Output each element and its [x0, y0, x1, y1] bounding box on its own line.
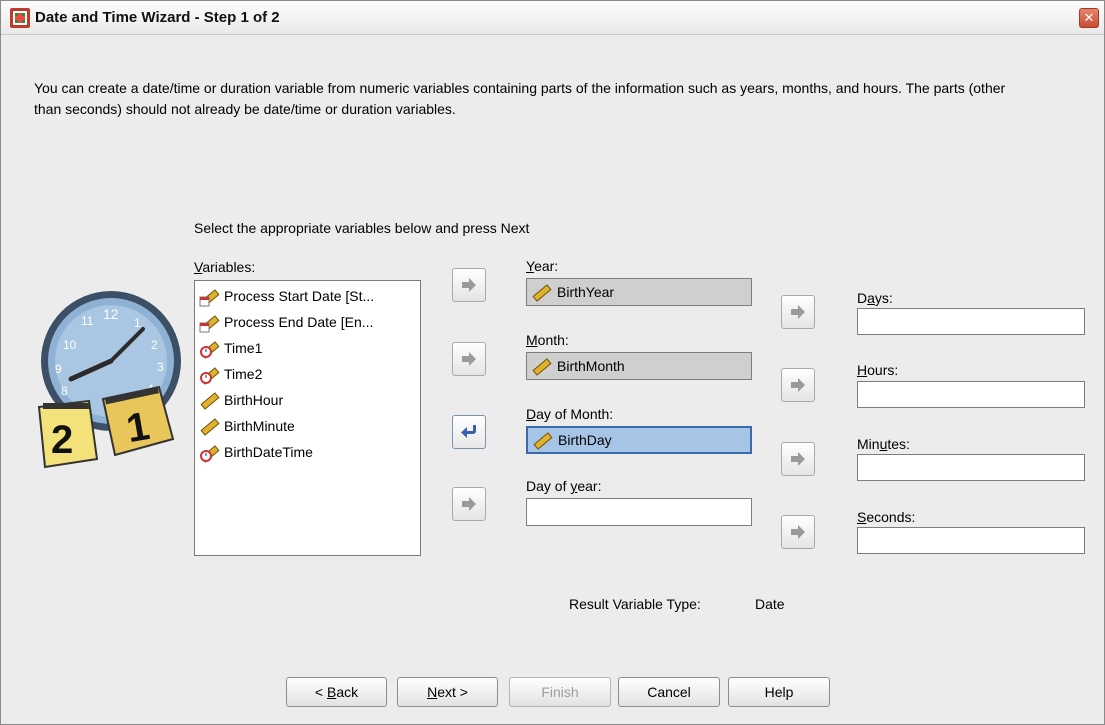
svg-text:2: 2 [51, 418, 73, 462]
time-scale-icon [200, 445, 220, 463]
move-days-button[interactable] [781, 295, 815, 329]
move-month-button[interactable] [452, 342, 486, 376]
minutes-label: Minutes: [857, 436, 910, 452]
list-item[interactable]: Time2 [199, 361, 262, 387]
arrow-right-icon [791, 305, 805, 319]
time-scale-icon [200, 341, 220, 359]
arrow-right-icon [462, 278, 476, 292]
result-type-value: Date [755, 596, 785, 612]
dialog-window: Date and Time Wizard - Step 1 of 2 ✕ You… [0, 0, 1105, 725]
date-scale-icon [199, 315, 220, 333]
ruler-scale-icon [200, 418, 220, 436]
seconds-field[interactable] [857, 527, 1085, 554]
list-item[interactable]: Time1 [199, 335, 262, 361]
days-label: Days: [857, 290, 893, 306]
list-item[interactable]: BirthDateTime [199, 439, 313, 465]
close-icon: ✕ [1083, 10, 1095, 25]
next-button[interactable]: Next > [397, 677, 498, 707]
ruler-scale-icon [532, 284, 552, 302]
ruler-scale-icon [533, 432, 553, 450]
move-year-button[interactable] [452, 268, 486, 302]
date-scale-icon [199, 289, 220, 307]
ruler-scale-icon [532, 358, 552, 376]
month-field[interactable]: BirthMonth [526, 352, 752, 380]
arrow-right-icon [462, 497, 476, 511]
list-item[interactable]: BirthMinute [199, 413, 295, 439]
year-field[interactable]: BirthYear [526, 278, 752, 306]
arrow-right-icon [791, 525, 805, 539]
app-icon [10, 8, 30, 28]
ruler-scale-icon [200, 392, 220, 410]
move-day-of-year-button[interactable] [452, 487, 486, 521]
svg-text:3: 3 [157, 360, 164, 374]
seconds-label: Seconds: [857, 509, 916, 525]
svg-text:2: 2 [151, 338, 158, 352]
hours-field[interactable] [857, 381, 1085, 408]
variables-list[interactable]: Process Start Date [St... Process End Da… [194, 280, 421, 556]
title-bar[interactable]: Date and Time Wizard - Step 1 of 2 ✕ [1, 1, 1104, 35]
cancel-button[interactable]: Cancel [618, 677, 720, 707]
day-of-year-label: Day of year: [526, 478, 602, 494]
days-field[interactable] [857, 308, 1085, 335]
move-minutes-button[interactable] [781, 442, 815, 476]
help-button[interactable]: Help [728, 677, 830, 707]
svg-text:11: 11 [81, 314, 94, 328]
time-scale-icon [200, 367, 220, 385]
minutes-field[interactable] [857, 454, 1085, 481]
arrow-right-icon [791, 378, 805, 392]
move-seconds-button[interactable] [781, 515, 815, 549]
arrow-right-icon [462, 352, 476, 366]
hours-label: Hours: [857, 362, 899, 378]
finish-button[interactable]: Finish [509, 677, 611, 707]
clock-calendar-icon: 12 11 1 2 3 4 10 9 8 2 1 [37, 291, 181, 469]
move-day-of-month-button[interactable] [452, 415, 486, 449]
list-item[interactable]: BirthHour [199, 387, 283, 413]
close-button[interactable]: ✕ [1079, 8, 1099, 28]
list-item[interactable]: Process End Date [En... [199, 309, 373, 335]
move-hours-button[interactable] [781, 368, 815, 402]
window-title: Date and Time Wizard - Step 1 of 2 [35, 9, 280, 26]
year-label: Year: [526, 258, 559, 274]
svg-text:10: 10 [63, 338, 77, 352]
month-label: Month: [526, 332, 569, 348]
result-type-label: Result Variable Type: [569, 596, 701, 612]
day-of-month-field[interactable]: BirthDay [526, 426, 752, 454]
back-button[interactable]: < Back [286, 677, 387, 707]
svg-text:8: 8 [61, 384, 68, 398]
svg-text:9: 9 [55, 362, 62, 376]
arrow-right-icon [791, 452, 805, 466]
arrow-left-icon [461, 425, 476, 438]
day-of-year-field[interactable] [526, 498, 752, 526]
list-item[interactable]: Process Start Date [St... [199, 283, 374, 309]
svg-text:12: 12 [103, 306, 119, 322]
instruction-text: Select the appropriate variables below a… [194, 220, 530, 236]
variables-label: Variables: [194, 259, 256, 275]
svg-text:1: 1 [134, 316, 141, 330]
intro-text: You can create a date/time or duration v… [34, 80, 1006, 117]
day-of-month-label: Day of Month: [526, 406, 614, 422]
